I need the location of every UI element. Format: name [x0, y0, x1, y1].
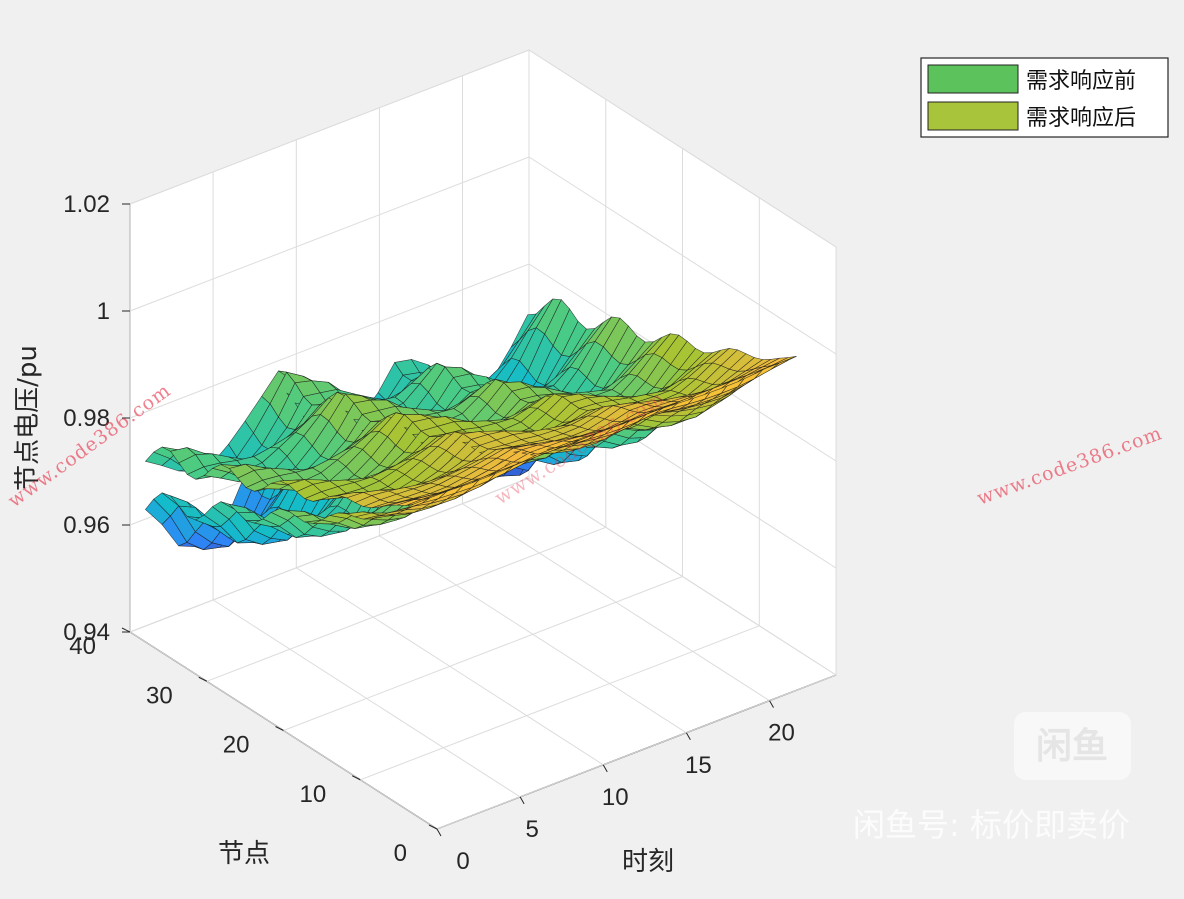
y-tick-label: 0 [394, 840, 407, 867]
chart-canvas: 051015200102030400.940.960.9811.02 时刻 节点… [4, 49, 1169, 877]
brand-text: 闲鱼号: 标价即卖价 [853, 806, 1130, 844]
y-tick-label: 10 [300, 781, 327, 808]
z-tick-label: 1.02 [63, 191, 110, 218]
legend-swatch-before [927, 64, 1019, 94]
legend-label-before: 需求响应前 [1026, 69, 1136, 94]
x-tick-label: 20 [768, 720, 795, 747]
x-tick-mark [519, 796, 525, 805]
x-tick-mark [602, 764, 608, 773]
y-axis-label: 节点 [218, 839, 270, 869]
x-tick-label: 0 [456, 848, 469, 875]
x-tick-label: 5 [525, 816, 538, 843]
z-tick-label: 0.96 [63, 512, 110, 539]
legend: 需求响应前 需求响应后 [920, 57, 1169, 138]
legend-label-after: 需求响应后 [1026, 106, 1136, 131]
x-tick-mark [769, 700, 774, 708]
x-tick-label: 15 [685, 752, 712, 779]
watermark-site-right: www.code386.com [974, 422, 1165, 510]
x-tick-label: 10 [602, 784, 629, 811]
z-tick-label: 1 [97, 298, 110, 325]
x-tick-mark [685, 732, 691, 740]
y-tick-label: 20 [223, 732, 250, 759]
brand-watermark: 闲鱼 闲鱼号: 标价即卖价 [853, 712, 1131, 844]
y-tick-label: 30 [146, 682, 173, 709]
brand-logo-text: 闲鱼 [1036, 726, 1108, 767]
z-tick-label: 0.94 [63, 619, 110, 646]
x-tick-mark [436, 828, 442, 837]
legend-swatch-after [927, 101, 1019, 131]
x-axis-label: 时刻 [622, 847, 674, 877]
y-tick-mark [121, 627, 131, 633]
